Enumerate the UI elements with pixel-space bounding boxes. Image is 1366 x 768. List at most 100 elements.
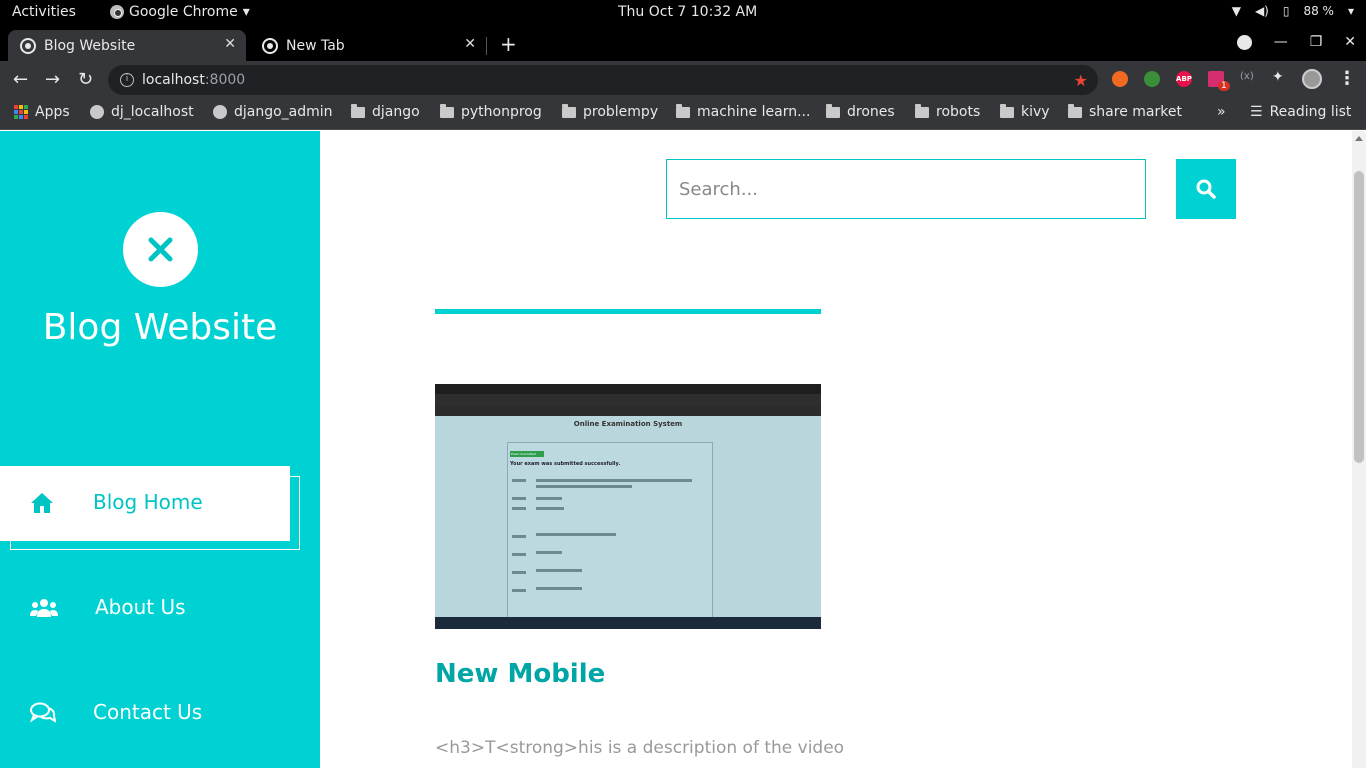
folder-icon	[1068, 103, 1082, 118]
bookmark-django[interactable]: django	[351, 103, 420, 120]
reload-icon[interactable]: ↻	[78, 69, 93, 90]
close-icon[interactable]: ✕	[464, 36, 476, 52]
profile-avatar[interactable]	[1302, 69, 1322, 89]
window-controls: — ❐ ✕	[1236, 34, 1356, 50]
adblock-plus-icon[interactable]: ABP	[1176, 71, 1192, 87]
folder-icon	[1000, 103, 1014, 118]
search-button[interactable]	[1176, 159, 1236, 219]
bookmark-robots[interactable]: robots	[915, 103, 980, 120]
battery-percent: 88 %	[1303, 4, 1334, 18]
reading-list-button[interactable]: ☰ Reading list	[1250, 104, 1351, 120]
bookmark-share-market[interactable]: share market	[1068, 103, 1182, 120]
scroll-up-icon[interactable]	[1355, 136, 1363, 141]
folder-icon	[351, 103, 365, 118]
restore-icon[interactable]: ❐	[1310, 34, 1323, 50]
clock[interactable]: Thu Oct 7 10:32 AM	[618, 4, 757, 20]
post-title[interactable]: New Mobile	[435, 659, 605, 689]
bookmarks-bar: Apps dj_localhost django_admin django py…	[0, 98, 1366, 130]
thumbnail-line	[536, 551, 562, 554]
chrome-icon	[262, 37, 278, 54]
tab-title: Blog Website	[44, 37, 136, 54]
extension-orange-icon[interactable]	[1112, 71, 1128, 87]
scrollbar-thumb[interactable]	[1354, 171, 1364, 463]
tab-search-icon[interactable]	[1236, 34, 1252, 50]
minimize-icon[interactable]: —	[1274, 34, 1288, 50]
bookmark-django-admin[interactable]: django_admin	[213, 104, 333, 120]
thumbnail-line	[536, 497, 562, 500]
thumbnail-bookmarks-bar	[435, 406, 821, 416]
page-scrollbar[interactable]	[1352, 131, 1366, 768]
app-menu[interactable]: Google Chrome ▾	[110, 4, 250, 20]
bookmark-machine-learning[interactable]: machine learn...	[676, 103, 810, 120]
thumbnail-tab-bar	[435, 384, 821, 394]
thumbnail-line	[512, 497, 526, 500]
nav-about-us[interactable]: About Us	[0, 571, 300, 646]
thumbnail-address-bar	[435, 394, 821, 406]
bookmark-kivy[interactable]: kivy	[1000, 103, 1050, 120]
thumbnail-line	[536, 507, 564, 510]
nav-label: Contact Us	[93, 700, 203, 724]
globe-icon	[213, 105, 227, 119]
system-tray[interactable]: ▼ ◀) ▯ 88 % ▾	[1232, 4, 1354, 18]
folder-icon	[915, 103, 929, 118]
apps-grid-icon	[14, 105, 28, 119]
url-host: localhost	[142, 72, 205, 88]
new-tab-button[interactable]: +	[500, 32, 517, 56]
thumbnail-line	[512, 553, 526, 556]
extension-green-icon[interactable]	[1144, 71, 1160, 87]
close-window-icon[interactable]: ✕	[1344, 34, 1356, 50]
folder-icon	[676, 103, 690, 118]
tab-blog-website[interactable]: Blog Website ✕	[8, 30, 246, 61]
thumbnail-taskbar	[435, 617, 821, 629]
home-icon	[30, 492, 54, 518]
reading-list-icon: ☰	[1250, 104, 1263, 120]
thumbnail-line	[536, 479, 692, 482]
close-icon[interactable]: ✕	[224, 36, 236, 52]
thumbnail-line	[536, 533, 616, 536]
thumbnail-heading: Online Examination System	[573, 420, 683, 428]
search-input[interactable]	[666, 159, 1146, 219]
thumbnail-line	[536, 485, 632, 488]
thumbnail-message: Your exam was submitted successfully.	[510, 461, 621, 467]
wifi-icon: ▼	[1231, 4, 1241, 18]
puzzle-extensions-icon[interactable]: ✦	[1272, 69, 1288, 85]
tab-title: New Tab	[286, 37, 345, 54]
battery-icon: ▯	[1282, 4, 1290, 18]
accent-divider	[435, 309, 821, 314]
thumbnail-line	[512, 589, 526, 592]
search-icon	[1196, 179, 1216, 199]
extension-braces-icon[interactable]: (x)	[1240, 71, 1256, 87]
sidebar: Blog Website Blog Home About Us Contact …	[0, 131, 320, 768]
chrome-icon	[110, 5, 124, 19]
post-thumbnail[interactable]: Online Examination System Exam Submitted…	[435, 384, 821, 629]
chat-icon	[29, 702, 57, 728]
folder-icon	[826, 103, 840, 118]
bookmark-drones[interactable]: drones	[826, 103, 895, 120]
info-icon[interactable]: i	[120, 73, 134, 87]
thumbnail-line	[536, 587, 582, 590]
url-port: :8000	[204, 72, 246, 88]
thumbnail-line	[512, 535, 526, 538]
tab-new-tab[interactable]: New Tab ✕	[250, 30, 486, 61]
bookmarks-overflow-button[interactable]: »	[1217, 104, 1226, 120]
activities-button[interactable]: Activities	[12, 4, 76, 20]
nav-blog-home[interactable]: Blog Home	[0, 466, 300, 550]
forward-icon[interactable]: →	[45, 69, 60, 90]
bookmark-problempy[interactable]: problempy	[562, 103, 658, 120]
app-name: Google Chrome	[129, 4, 238, 20]
bookmark-pythonprog[interactable]: pythonprog	[440, 103, 542, 120]
back-icon[interactable]: ←	[13, 69, 28, 90]
thumbnail-badge: Exam Submitted	[510, 451, 544, 457]
bookmark-dj-localhost[interactable]: dj_localhost	[90, 104, 194, 120]
nav-contact-us[interactable]: Contact Us	[0, 676, 300, 751]
volume-icon: ◀)	[1254, 4, 1269, 18]
address-bar[interactable]: i localhost :8000 ★	[108, 65, 1098, 95]
bookmark-apps[interactable]: Apps	[14, 104, 70, 120]
tab-strip: Blog Website ✕ New Tab ✕ + — ❐ ✕	[0, 27, 1366, 61]
sidebar-toggle-button[interactable]	[123, 212, 198, 287]
thumbnail-line	[512, 571, 526, 574]
chrome-menu-icon[interactable]: ⋮	[1338, 68, 1356, 89]
users-icon	[30, 597, 58, 623]
globe-icon	[20, 37, 36, 54]
bookmark-star-icon[interactable]: ★	[1074, 71, 1088, 90]
